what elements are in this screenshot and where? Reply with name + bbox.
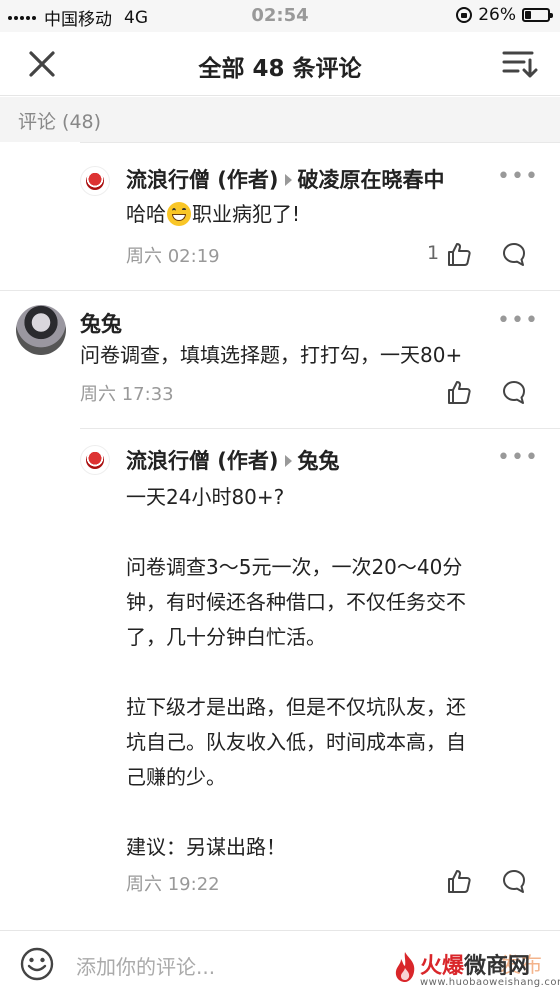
comment-line <box>126 515 466 550</box>
comment-line: 拉下级才是出路，但是不仅坑队友，还 <box>126 695 466 719</box>
author-name: 流浪行僧 (作者) <box>126 449 279 473</box>
like-icon[interactable] <box>446 241 472 267</box>
comment-icon[interactable] <box>501 379 527 405</box>
grin-emoji <box>167 202 191 226</box>
more-icon[interactable]: ••• <box>497 445 539 470</box>
comment-line: 问卷调查，填填选择题，打打勾，一天80+ <box>80 343 463 367</box>
reply-comment: 流浪行僧 (作者) 破凌原在晓春中 ••• 哈哈 职业病犯了! 周六 02:19 1 <box>0 142 560 290</box>
battery-percent: 26% <box>478 5 516 25</box>
watermark-url: www.huobaoweishang.com <box>420 977 560 988</box>
comment-line: 钟，有时候还各种借口，不仅任务交不 <box>126 590 466 614</box>
comment-time: 周六 17:33 <box>80 384 174 405</box>
divider <box>80 428 560 429</box>
author-name: 流浪行僧 (作者) <box>126 168 279 192</box>
more-icon[interactable]: ••• <box>497 164 539 189</box>
author-avatar[interactable] <box>80 445 110 475</box>
comment-line: 了，几十分钟白忙活。 <box>126 625 326 649</box>
flame-logo-icon <box>395 952 415 982</box>
watermark-brand-dark: 微商网 <box>464 954 531 979</box>
comment-author[interactable]: 兔兔 <box>80 308 122 338</box>
reply-to-name: 破凌原在晓春中 <box>297 168 445 192</box>
comment-line <box>126 795 466 830</box>
comment-line: 坑自己。队友收入低，时间成本高，自 <box>126 730 466 754</box>
like-count: 1 <box>427 242 440 264</box>
watermark-brand: 火爆 <box>420 954 465 979</box>
author-avatar[interactable] <box>80 166 110 196</box>
top-comment: 兔兔 ••• 问卷调查，填填选择题，打打勾，一天80+ 周六 17:33 <box>0 290 560 428</box>
comment-icon[interactable] <box>501 241 527 267</box>
sort-icon[interactable] <box>502 48 538 80</box>
comment-text-part: 职业病犯了! <box>192 202 301 226</box>
like-icon[interactable] <box>446 379 472 405</box>
battery-icon <box>522 8 553 22</box>
comment-time: 周六 19:22 <box>126 874 220 895</box>
comment-time: 周六 02:19 <box>126 246 220 267</box>
emoji-icon[interactable] <box>20 947 54 981</box>
comment-line: 建议：另谋出路！ <box>126 835 286 859</box>
reply-arrow-icon <box>284 455 292 467</box>
comment-line: 问卷调查3～5元一次，一次20～40分 <box>126 555 463 579</box>
comment-line: 己赚的少。 <box>126 765 226 789</box>
comment-count-label: 评论 (48) <box>0 97 560 142</box>
reply-arrow-icon <box>284 174 292 186</box>
comments-header: 全部 48 条评论 <box>0 32 560 96</box>
status-bar: 中国移动 4G 02:54 26% <box>0 0 560 32</box>
comment-icon[interactable] <box>501 868 527 894</box>
divider <box>80 142 560 143</box>
reply-comment: 流浪行僧 (作者) 兔兔 ••• 一天24小时80+? 问卷调查3～5元一次，一次… <box>0 428 560 918</box>
like-icon[interactable] <box>446 868 472 894</box>
comment-text: 一天24小时80+? 问卷调查3～5元一次，一次20～40分 钟，有时候还各种借… <box>126 480 466 865</box>
comment-line: 一天24小时80+? <box>126 485 285 509</box>
comment-author[interactable]: 流浪行僧 (作者) 破凌原在晓春中 <box>126 164 445 194</box>
reply-to-name: 兔兔 <box>297 449 340 473</box>
comment-text: 问卷调查，填填选择题，打打勾，一天80+ <box>80 338 462 373</box>
comment-text: 哈哈 职业病犯了! <box>126 197 300 232</box>
comment-input[interactable]: 添加你的评论... <box>76 951 215 980</box>
user-avatar[interactable] <box>16 305 66 355</box>
rotation-lock-icon <box>456 7 473 23</box>
more-icon[interactable]: ••• <box>497 308 539 333</box>
watermark: 火爆微商网 www.huobaoweishang.com <box>390 946 560 992</box>
divider <box>0 290 560 291</box>
comment-author[interactable]: 流浪行僧 (作者) 兔兔 <box>126 445 340 475</box>
comment-text-part: 哈哈 <box>126 202 166 226</box>
comment-line <box>126 655 466 690</box>
page-title: 全部 48 条评论 <box>198 56 362 82</box>
